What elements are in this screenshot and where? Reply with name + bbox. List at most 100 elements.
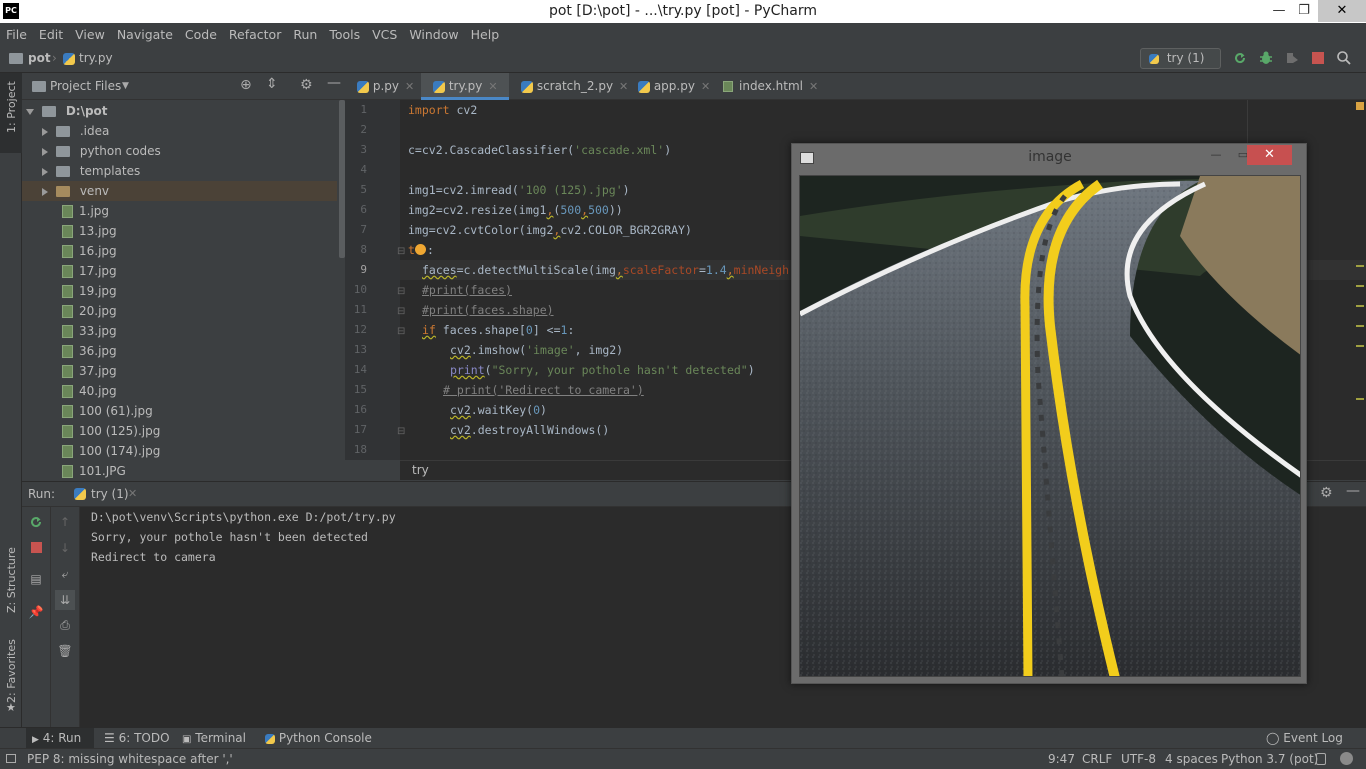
error-stripe-mark[interactable] xyxy=(1356,398,1364,400)
error-stripe-mark[interactable] xyxy=(1356,285,1364,287)
trash-icon[interactable]: 🗑 xyxy=(57,643,73,659)
fold-marker-icon[interactable]: ⊟ xyxy=(397,306,405,317)
menu-window[interactable]: Window xyxy=(409,27,458,42)
menu-vcs[interactable]: VCS xyxy=(372,27,397,42)
error-stripe-mark[interactable] xyxy=(1356,265,1364,267)
scroll-to-end-icon[interactable]: ⇊ xyxy=(55,590,75,610)
project-tool-tab[interactable]: 1: Project xyxy=(0,73,22,153)
error-stripe-mark[interactable] xyxy=(1356,305,1364,307)
chevron-down-icon[interactable]: ▼ xyxy=(122,81,129,91)
layout-icon[interactable]: ▤ xyxy=(28,571,44,587)
favorites-tool-tab[interactable]: 2: Favorites xyxy=(5,639,18,703)
close-tab-icon[interactable]: ✕ xyxy=(809,80,818,93)
tool-tab-run[interactable]: ▶ 4: Run xyxy=(26,728,94,749)
tab-try-py[interactable]: try.py ✕ xyxy=(421,73,509,100)
maximize-button[interactable]: ❐ xyxy=(1289,0,1319,22)
hide-panel-icon[interactable]: — xyxy=(327,75,341,91)
tree-folder-python-codes[interactable]: python codes xyxy=(42,141,161,161)
menu-run[interactable]: Run xyxy=(293,27,317,42)
inspection-status-icon[interactable] xyxy=(1356,102,1364,110)
close-tab-icon[interactable]: ✕ xyxy=(128,487,137,500)
tree-file[interactable]: 100 (61).jpg xyxy=(62,401,153,421)
tab-scratch-2-py[interactable]: scratch_2.py ✕ xyxy=(509,73,628,100)
lightbulb-icon[interactable] xyxy=(414,244,426,255)
minimize-button[interactable]: — xyxy=(1204,146,1228,164)
event-log-button[interactable]: ◯ Event Log xyxy=(1266,728,1343,749)
search-icon[interactable] xyxy=(1336,50,1352,66)
close-tab-icon[interactable]: ✕ xyxy=(488,80,497,93)
inspector-face-icon[interactable] xyxy=(1340,752,1353,765)
fold-marker-icon[interactable]: ⊟ xyxy=(397,246,405,257)
collapse-all-icon[interactable]: ⇕ xyxy=(266,76,278,92)
indent-setting[interactable]: 4 spaces xyxy=(1165,749,1218,769)
arrow-up-icon[interactable]: ↑ xyxy=(57,514,73,530)
tree-file[interactable]: 19.jpg xyxy=(62,281,117,301)
fold-marker-icon[interactable]: ⊟ xyxy=(397,426,405,437)
tool-tab-terminal[interactable]: ▣ Terminal xyxy=(182,728,246,749)
tree-file[interactable]: 13.jpg xyxy=(62,221,117,241)
soft-wrap-icon[interactable]: ⤶ xyxy=(57,566,73,582)
run-config-select[interactable]: try (1) ▼ xyxy=(1140,48,1221,84)
hide-panel-icon[interactable]: — xyxy=(1346,483,1360,499)
fold-marker-icon[interactable]: ⊟ xyxy=(397,326,405,337)
tree-file[interactable]: 100 (125).jpg xyxy=(62,421,160,441)
debug-bug-icon[interactable] xyxy=(1258,50,1274,66)
tree-file[interactable]: 17.jpg xyxy=(62,261,117,281)
tab-p-py[interactable]: p.py ✕ xyxy=(345,73,421,100)
line-separator[interactable]: CRLF xyxy=(1082,749,1112,769)
menu-navigate[interactable]: Navigate xyxy=(117,27,173,42)
menu-help[interactable]: Help xyxy=(471,27,500,42)
stop-icon[interactable] xyxy=(1312,52,1324,64)
tree-file[interactable]: 1.jpg xyxy=(62,201,109,221)
error-stripe-mark[interactable] xyxy=(1356,345,1364,347)
tree-file[interactable]: 100 (174).jpg xyxy=(62,441,160,461)
close-tab-icon[interactable]: ✕ xyxy=(405,80,414,93)
fold-marker-icon[interactable]: ⊟ xyxy=(397,286,405,297)
breadcrumb-file[interactable]: try.py xyxy=(79,51,113,65)
rerun-icon[interactable] xyxy=(28,514,44,530)
rerun-icon[interactable] xyxy=(1232,50,1248,66)
interpreter-setting[interactable]: Python 3.7 (pot) xyxy=(1221,749,1318,769)
coverage-icon[interactable] xyxy=(1284,50,1300,66)
close-button[interactable]: ✕ xyxy=(1318,0,1366,22)
tree-file[interactable]: 20.jpg xyxy=(62,301,117,321)
breadcrumb-project[interactable]: pot xyxy=(28,51,51,65)
tab-app-py[interactable]: app.py ✕ xyxy=(626,73,711,100)
tree-file[interactable]: 101.JPG xyxy=(62,461,126,481)
tree-folder-venv[interactable]: venv xyxy=(42,181,109,201)
tree-folder-templates[interactable]: templates xyxy=(42,161,140,181)
arrow-down-icon[interactable]: ↓ xyxy=(57,540,73,556)
pin-icon[interactable]: 📌 xyxy=(28,604,44,620)
print-icon[interactable]: ⎙ xyxy=(57,617,73,633)
error-stripe-mark[interactable] xyxy=(1356,325,1364,327)
gear-icon[interactable]: ⚙ xyxy=(300,77,313,93)
toggle-panels-icon[interactable] xyxy=(6,754,16,763)
close-tab-icon[interactable]: ✕ xyxy=(701,80,710,93)
menu-refactor[interactable]: Refactor xyxy=(229,27,281,42)
menu-file[interactable]: File xyxy=(6,27,27,42)
run-tab-label[interactable]: try (1) xyxy=(91,487,129,501)
tree-file[interactable]: 16.jpg xyxy=(62,241,117,261)
menu-view[interactable]: View xyxy=(75,27,105,42)
gear-icon[interactable]: ⚙ xyxy=(1320,485,1333,501)
close-button[interactable]: ✕ xyxy=(1247,145,1292,165)
tree-folder-idea[interactable]: .idea xyxy=(42,121,109,141)
stop-icon[interactable] xyxy=(31,542,42,553)
menu-edit[interactable]: Edit xyxy=(39,27,63,42)
tree-file[interactable]: 36.jpg xyxy=(62,341,117,361)
tree-root[interactable]: D:\pot xyxy=(26,101,108,121)
tree-file[interactable]: 33.jpg xyxy=(62,321,117,341)
tool-tab-python-console[interactable]: Python Console xyxy=(265,728,372,749)
image-window[interactable]: image — ▭ ✕ xyxy=(791,143,1307,684)
project-view-select[interactable]: Project Files xyxy=(50,79,121,93)
menu-tools[interactable]: Tools xyxy=(329,27,360,42)
breadcrumb-item[interactable]: try xyxy=(412,463,429,477)
file-encoding[interactable]: UTF-8 xyxy=(1121,749,1156,769)
lock-icon[interactable] xyxy=(1316,753,1326,765)
structure-tool-tab[interactable]: Z: Structure xyxy=(5,547,18,613)
tab-index-html[interactable]: index.html ✕ xyxy=(711,73,821,100)
menu-code[interactable]: Code xyxy=(185,27,217,42)
locate-icon[interactable]: ⊕ xyxy=(240,77,252,93)
tool-tab-todo[interactable]: ☰ 6: TODO xyxy=(104,728,170,749)
tree-file[interactable]: 40.jpg xyxy=(62,381,117,401)
